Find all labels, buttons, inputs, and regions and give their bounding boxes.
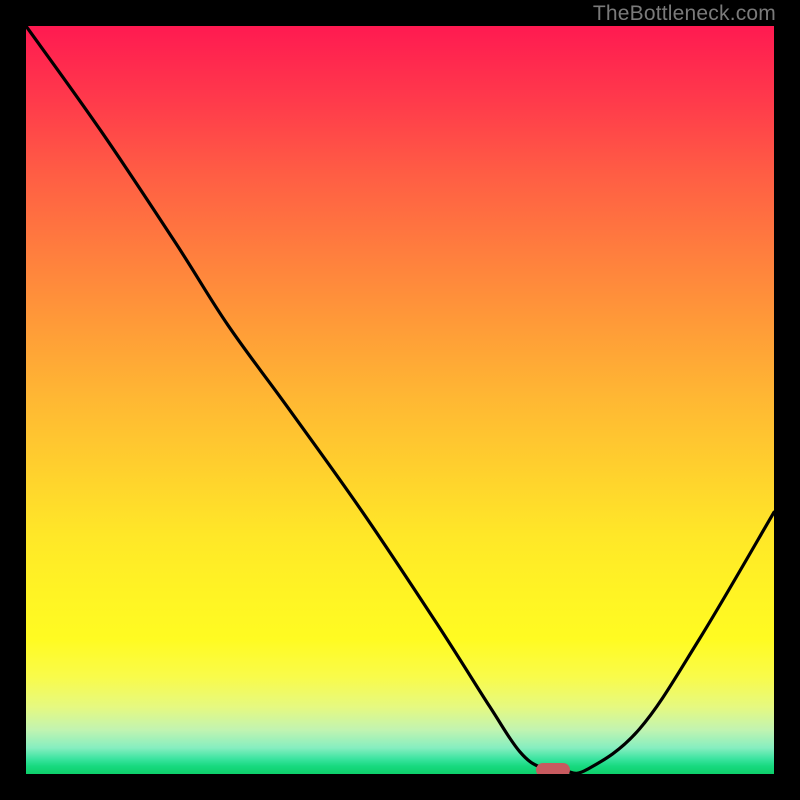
chart-container: TheBottleneck.com [0,0,800,800]
optimal-marker [536,763,570,774]
bottleneck-curve [26,26,774,774]
plot-area [26,26,774,774]
watermark-text: TheBottleneck.com [593,2,776,26]
